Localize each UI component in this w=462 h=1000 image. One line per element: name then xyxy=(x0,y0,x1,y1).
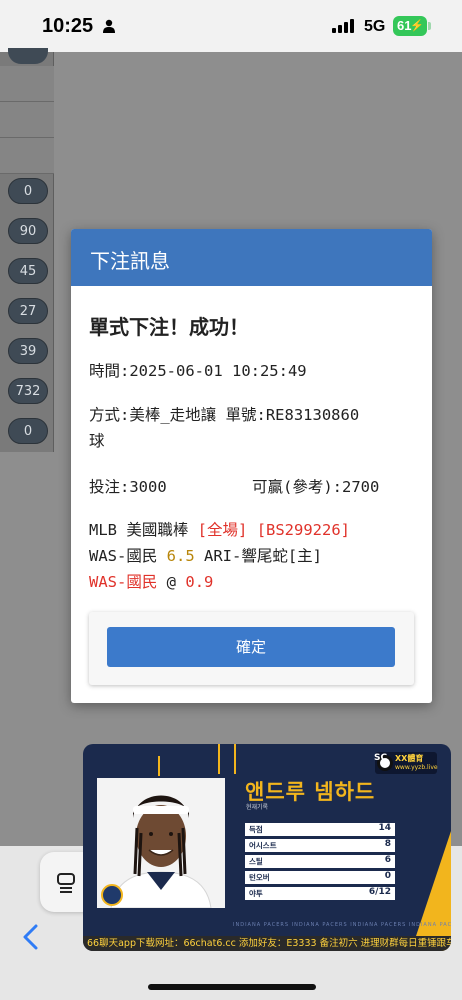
ad-decor-stripe xyxy=(234,744,236,774)
network-type: 5G xyxy=(364,18,386,35)
stat-value: 14 xyxy=(378,823,391,833)
ad-banner-card[interactable]: 앤드루 넴하드 현재기록 득점 14 어시스트 8 스틸 6 턴오버 0 야투 … xyxy=(83,744,451,951)
background-row xyxy=(0,102,54,138)
battery-icon: 61 ⚡ xyxy=(393,16,427,36)
stat-row: 야투 6/12 xyxy=(245,887,395,900)
league-name: MLB 美國職棒 xyxy=(89,521,189,539)
background-value-pill: 0 xyxy=(8,178,48,204)
sponsor-logo-text: XX體育 xyxy=(395,754,424,763)
stat-label: 야투 xyxy=(249,889,263,898)
picked-team: WAS-國民 xyxy=(89,573,158,591)
dialog-header: 下注訊息 xyxy=(71,229,432,286)
handicap-value: 6.5 xyxy=(166,547,195,565)
team-logo-icon xyxy=(101,884,123,906)
background-pill-partial xyxy=(8,48,48,64)
sponsor-logo-url: www.yyzb.live xyxy=(395,764,438,771)
ad-decor-stripe xyxy=(158,756,160,776)
person-icon xyxy=(103,19,115,33)
stat-label: 스틸 xyxy=(249,857,263,866)
stat-row: 득점 14 xyxy=(245,823,395,836)
ad-player-subtitle: 현재기록 xyxy=(246,804,269,811)
status-bar: 10:25 5G 61 ⚡ xyxy=(0,0,462,52)
bet-time: 時間:2025-06-01 10:25:49 xyxy=(89,362,307,380)
bet-pick-line: WAS-國民 @ 0.9 xyxy=(89,570,213,592)
background-value-pill: 39 xyxy=(8,338,48,364)
dialog-title: 下注訊息 xyxy=(90,249,170,273)
back-chevron-icon[interactable] xyxy=(22,924,40,950)
background-table: 0 90 45 27 39 732 0 xyxy=(0,48,54,452)
bet-ticket-code: [BS299226] xyxy=(256,521,351,539)
bet-method-ticket: 方式:美棒_走地讓 單號:RE83130860 xyxy=(89,406,360,424)
ad-team-strip: INDIANA PACERS INDIANA PACERS INDIANA PA… xyxy=(233,922,451,928)
charging-bolt-icon: ⚡ xyxy=(410,20,424,32)
stat-value: 6 xyxy=(384,855,391,865)
battery-nub xyxy=(428,22,431,30)
bet-matchup-line: WAS-國民 6.5 ARI-響尾蛇[主] xyxy=(89,544,322,566)
home-indicator xyxy=(148,984,316,990)
bet-league-line: MLB 美國職棒 [全場] [BS299226] xyxy=(89,518,350,540)
bet-scope: [全場] xyxy=(197,521,248,539)
bet-info-dialog: 下注訊息 單式下注！成功！ 時間:2025-06-01 10:25:49 方式:… xyxy=(71,229,432,703)
ad-promo-text[interactable]: 66聊天app下载网址：66chat6.cc 添加好友：E3333 备注初六 进… xyxy=(83,936,451,951)
stat-value: 0 xyxy=(384,871,391,881)
home-team: WAS-國民 xyxy=(89,547,158,565)
ad-sc-label: SC xyxy=(374,753,388,763)
stat-row: 어시스트 8 xyxy=(245,839,395,852)
bet-stake: 投注:3000 xyxy=(89,478,167,496)
ad-decor-stripe xyxy=(218,744,220,774)
bet-method-ticket-wrap: 球 xyxy=(89,432,105,450)
stat-value: 8 xyxy=(384,839,391,849)
status-time: 10:25 xyxy=(42,15,94,37)
bet-success-headline: 單式下注！成功！ xyxy=(89,315,249,339)
stat-label: 턴오버 xyxy=(249,873,270,882)
at-sign: @ xyxy=(166,573,177,591)
battery-level: 61 xyxy=(397,18,412,33)
confirm-button[interactable]: 確定 xyxy=(107,627,395,667)
background-row xyxy=(0,138,54,174)
ad-decor-triangle xyxy=(411,831,451,951)
cellular-signal-icon xyxy=(332,19,354,33)
background-row xyxy=(0,66,54,102)
background-value-pill: 732 xyxy=(8,378,48,404)
stat-label: 어시스트 xyxy=(249,841,277,850)
stat-value: 6/12 xyxy=(368,887,391,897)
away-team: ARI-響尾蛇[主] xyxy=(204,547,323,565)
background-value-pill: 27 xyxy=(8,298,48,324)
odds-value: 0.9 xyxy=(185,573,214,591)
tabs-icon xyxy=(57,873,75,893)
background-value-pill: 45 xyxy=(8,258,48,284)
background-value-pill: 0 xyxy=(8,418,48,444)
bet-potential-win: 可贏(參考):2700 xyxy=(252,478,380,496)
dialog-footer: 確定 xyxy=(89,612,414,685)
stat-label: 득점 xyxy=(249,825,263,834)
stat-row: 턴오버 0 xyxy=(245,871,395,884)
stat-row: 스틸 6 xyxy=(245,855,395,868)
background-value-pill: 90 xyxy=(8,218,48,244)
